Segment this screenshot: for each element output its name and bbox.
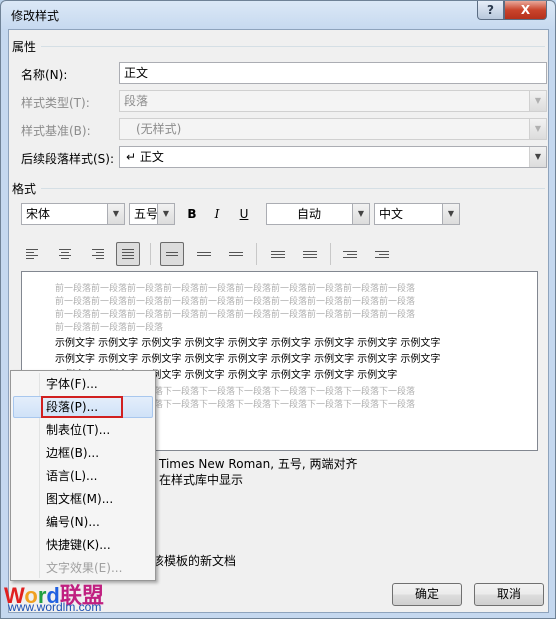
menu-item-tabs[interactable]: 制表位(T)... [13,419,153,441]
style-based-label: 样式基准(B): [21,124,91,138]
format-divider [41,188,545,189]
preview-sample-text: 示例文字 示例文字 示例文字 示例文字 示例文字 示例文字 示例文字 示例文字 … [55,354,441,365]
decrease-indent-icon[interactable] [338,242,362,266]
style-description: Times New Roman, 五号, 两端对齐 [159,457,358,471]
chevron-down-icon: ▼ [529,119,546,139]
font-size-select[interactable]: 五号 ▼ [129,203,175,225]
toolbar-divider [330,243,331,265]
style-gallery-note: 在样式库中显示 [159,473,244,487]
increase-paragraph-spacing-icon[interactable] [266,242,290,266]
style-type-label: 样式类型(T): [21,96,90,110]
chevron-down-icon[interactable]: ▼ [529,147,546,167]
close-button[interactable]: X [504,1,547,20]
menu-item-frame[interactable]: 图文框(M)... [13,488,153,510]
menu-item-border[interactable]: 边框(B)... [13,442,153,464]
justify-icon[interactable] [116,242,140,266]
chevron-down-icon: ▼ [529,91,546,111]
chevron-down-icon[interactable]: ▼ [442,204,459,224]
language-value: 中文 [379,207,404,221]
name-label: 名称(N): [21,68,68,82]
style-based-select: (无样式) ▼ [119,118,547,140]
font-select[interactable]: 宋体 ▼ [21,203,125,225]
watermark: Word联盟 www.wordlm.com [4,578,122,618]
menu-item-font[interactable]: 字体(F)... [13,373,153,395]
style-based-value: (无样式) [136,122,182,136]
align-center-icon[interactable] [53,242,77,266]
double-spacing-icon[interactable] [224,242,248,266]
language-select[interactable]: 中文 ▼ [374,203,460,225]
font-color-value: 自动 [297,207,322,221]
chevron-down-icon[interactable]: ▼ [157,204,174,224]
decrease-paragraph-spacing-icon[interactable] [298,242,322,266]
align-right-icon[interactable] [85,242,109,266]
watermark-url: www.wordlm.com [8,600,102,614]
menu-item-numbering[interactable]: 编号(N)... [13,511,153,533]
font-value: 宋体 [26,207,51,221]
cancel-button[interactable]: 取消 [474,583,544,606]
increase-indent-icon[interactable] [370,242,394,266]
italic-button[interactable]: I [206,203,228,225]
next-style-label: 后续段落样式(S): [21,152,115,166]
chevron-down-icon[interactable]: ▼ [107,204,124,224]
preview-sample-text: 示例文字 示例文字 示例文字 示例文字 示例文字 示例文字 示例文字 示例文字 … [55,338,441,349]
title-bar: 修改样式 ? X [1,1,555,29]
font-color-select[interactable]: 自动 ▼ [266,203,370,225]
menu-item-shortcut-key[interactable]: 快捷键(K)... [13,534,153,556]
chevron-down-icon[interactable]: ▼ [352,204,369,224]
menu-item-language[interactable]: 语言(L)... [13,465,153,487]
properties-heading: 属性 [12,40,37,54]
align-left-icon[interactable] [21,242,45,266]
highlight-annotation [41,396,123,418]
name-field[interactable]: 正文 [119,62,547,84]
one-half-spacing-icon[interactable] [192,242,216,266]
toolbar-divider [256,243,257,265]
help-button[interactable]: ? [477,1,504,20]
format-heading: 格式 [12,182,37,196]
style-type-select: 段落 ▼ [119,90,547,112]
next-style-select[interactable]: ↵ 正文 ▼ [119,146,547,168]
single-spacing-icon[interactable] [160,242,184,266]
template-option-label[interactable]: 该模板的新文档 [152,552,236,569]
underline-button[interactable]: U [233,203,255,225]
style-type-value: 段落 [124,94,149,108]
preview-previous-paragraph: 前一段落前一段落前一段落 [55,323,164,333]
dialog-title: 修改样式 [11,9,60,23]
ok-button[interactable]: 确定 [392,583,462,606]
properties-divider [41,46,545,47]
toolbar-divider [150,243,151,265]
next-style-value: ↵ 正文 [126,150,164,164]
font-size-value: 五号 [134,207,159,221]
bold-button[interactable]: B [181,203,203,225]
menu-item-text-effects: 文字效果(E)... [46,561,123,575]
